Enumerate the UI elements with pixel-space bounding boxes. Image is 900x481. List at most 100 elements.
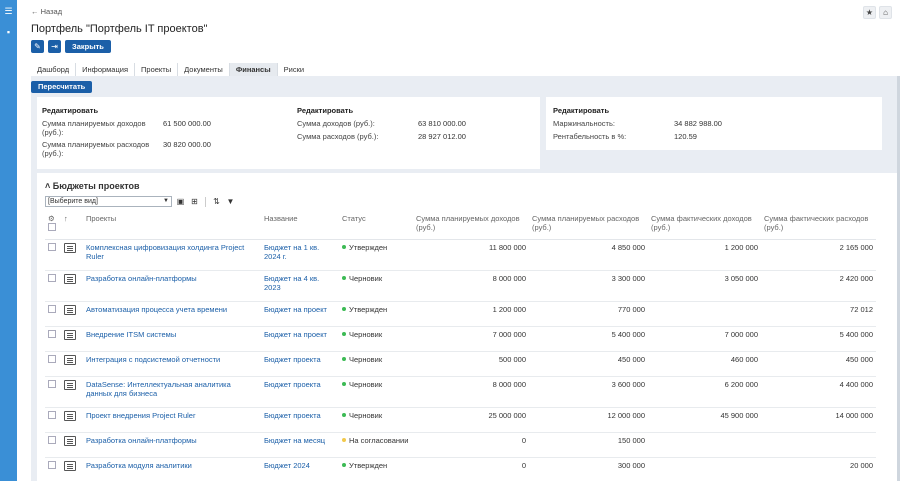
back-link[interactable]: ← Назад	[31, 7, 62, 16]
tab-projects[interactable]: Проекты	[135, 63, 179, 76]
table-row[interactable]: Интеграция с подсистемой отчетности Бюдже…	[45, 351, 876, 377]
tab-documents[interactable]: Документы	[178, 63, 230, 76]
expense-label: Сумма расходов (руб.):	[297, 132, 379, 141]
close-button[interactable]: Закрыть	[65, 40, 111, 53]
budget-document-icon[interactable]	[64, 460, 76, 471]
status-text: На согласовании	[349, 435, 409, 445]
tab-dashboard[interactable]: Дашборд	[31, 63, 77, 76]
budget-name-link[interactable]: Бюджет на проект	[264, 305, 327, 314]
col-projects[interactable]: Проекты	[83, 213, 261, 240]
budget-document-icon[interactable]	[64, 242, 76, 253]
budget-document-icon[interactable]	[64, 435, 76, 446]
view-select-value: [Выберите вид]	[48, 198, 98, 205]
actual-expense-cell	[761, 432, 876, 458]
project-link[interactable]: Комплексная цифровизация холдинга Projec…	[86, 243, 244, 261]
budget-name-link[interactable]: Бюджет проекта	[264, 380, 321, 389]
planned-income-cell: 25 000 000	[413, 407, 529, 433]
budget-document-icon[interactable]	[64, 273, 76, 284]
export-icon: ⇥	[51, 42, 58, 51]
export-excel-icon[interactable]: ⊞	[189, 196, 200, 207]
view-select[interactable]: [Выберите вид] ▼	[45, 196, 172, 207]
budget-document-icon[interactable]	[64, 379, 76, 390]
budget-name-link[interactable]: Бюджет проекта	[264, 355, 321, 364]
project-link[interactable]: Интеграция с подсистемой отчетности	[86, 355, 220, 364]
budgets-table: ⚙ ↑ Проекты Название Статус Сумма планир…	[45, 213, 876, 481]
row-checkbox[interactable]	[48, 410, 56, 419]
budget-name-link[interactable]: Бюджет на 4 кв. 2023	[264, 274, 319, 292]
row-checkbox[interactable]	[48, 379, 56, 388]
row-checkbox[interactable]	[48, 354, 56, 363]
menu-icon[interactable]: ☰	[3, 6, 14, 17]
row-checkbox[interactable]	[48, 435, 56, 444]
actual-income-cell: 1 200 000	[648, 239, 761, 271]
budget-document-icon[interactable]	[64, 304, 76, 315]
edit-button[interactable]: ✎	[31, 40, 44, 53]
export-button[interactable]: ⇥	[48, 40, 61, 53]
planned-expense-cell: 3 300 000	[529, 270, 648, 302]
budget-name-link[interactable]: Бюджет на проект	[264, 330, 327, 339]
select-all-checkbox[interactable]	[48, 223, 56, 231]
row-checkbox[interactable]	[48, 304, 56, 313]
project-link[interactable]: Автоматизация процесса учета времени	[86, 305, 227, 314]
budget-name-link[interactable]: Бюджет на 1 кв. 2024 г.	[264, 243, 319, 261]
table-row[interactable]: Автоматизация процесса учета времени Бюдж…	[45, 301, 876, 327]
folder-icon[interactable]: ▪	[3, 27, 14, 38]
col-actual-expense[interactable]: Сумма фактических расходов (руб.)	[761, 213, 876, 240]
row-checkbox[interactable]	[48, 460, 56, 469]
tab-risks[interactable]: Риски	[278, 63, 310, 76]
table-row[interactable]: Разработка модуля аналитики Бюджет 2024 Ут…	[45, 457, 876, 481]
settings-icon[interactable]: ⚙	[48, 214, 55, 223]
actual-income-cell	[648, 301, 761, 327]
status-dot	[342, 244, 346, 249]
section-title[interactable]: ˄ Бюджеты проектов	[45, 181, 140, 191]
sort-icon[interactable]: ⇅	[211, 196, 222, 207]
budget-name-link[interactable]: Бюджет 2024	[264, 461, 310, 470]
row-checkbox[interactable]	[48, 329, 56, 338]
margin-value: 34 882 988.00	[674, 119, 722, 128]
tab-finance[interactable]: Финансы	[229, 63, 278, 76]
table-row[interactable]: Проект внедрения Project Ruler Бюджет про…	[45, 407, 876, 433]
budget-name-link[interactable]: Бюджет на месяц	[264, 436, 325, 445]
star-icon[interactable]: ★	[863, 6, 876, 19]
project-link[interactable]: Разработка онлайн-платформы	[86, 274, 197, 283]
planned-expense-cell: 770 000	[529, 301, 648, 327]
project-link[interactable]: Разработка онлайн-платформы	[86, 436, 197, 445]
col-actual-income[interactable]: Сумма фактических доходов (руб.)	[648, 213, 761, 240]
filter-icon[interactable]: ▼	[225, 196, 236, 207]
recalculate-button[interactable]: Пересчитать	[31, 81, 93, 93]
edit-link[interactable]: Редактировать	[42, 106, 98, 115]
project-link[interactable]: Разработка модуля аналитики	[86, 461, 192, 470]
sort-up-icon[interactable]: ↑	[64, 214, 68, 223]
save-icon[interactable]: ▣	[175, 196, 186, 207]
project-link[interactable]: Проект внедрения Project Ruler	[86, 411, 195, 420]
table-row[interactable]: Внедрение ITSM системы Бюджет на проект Че…	[45, 326, 876, 352]
edit-link[interactable]: Редактировать	[553, 106, 609, 115]
project-link[interactable]: DataSense: Интеллектуальная аналитика да…	[86, 380, 231, 398]
margin-label: Маржинальность:	[553, 119, 615, 128]
table-row[interactable]: Разработка онлайн-платформы Бюджет на 4 к…	[45, 270, 876, 302]
planned-income-cell: 0	[413, 432, 529, 458]
row-checkbox[interactable]	[48, 273, 56, 282]
status-text: Черновик	[349, 354, 383, 364]
col-planned-income[interactable]: Сумма планируемых доходов (руб.)	[413, 213, 529, 240]
col-planned-expense[interactable]: Сумма планируемых расходов (руб.)	[529, 213, 648, 240]
budget-document-icon[interactable]	[64, 410, 76, 421]
budget-document-icon[interactable]	[64, 329, 76, 340]
status-dot	[342, 275, 346, 280]
planned-expense-cell: 450 000	[529, 351, 648, 377]
col-status[interactable]: Статус	[339, 213, 413, 240]
tab-info[interactable]: Информация	[76, 63, 136, 76]
row-checkbox[interactable]	[48, 242, 56, 251]
actual-expense-cell: 450 000	[761, 351, 876, 377]
actual-income-cell	[648, 457, 761, 481]
col-name[interactable]: Название	[261, 213, 339, 240]
toolbar-divider	[205, 196, 206, 207]
table-row[interactable]: DataSense: Интеллектуальная аналитика да…	[45, 376, 876, 408]
home-icon[interactable]: ⌂	[879, 6, 892, 19]
project-link[interactable]: Внедрение ITSM системы	[86, 330, 176, 339]
table-row[interactable]: Разработка онлайн-платформы Бюджет на мес…	[45, 432, 876, 458]
edit-link[interactable]: Редактировать	[297, 106, 353, 115]
budget-document-icon[interactable]	[64, 354, 76, 365]
table-row[interactable]: Комплексная цифровизация холдинга Projec…	[45, 239, 876, 271]
budget-name-link[interactable]: Бюджет проекта	[264, 411, 321, 420]
